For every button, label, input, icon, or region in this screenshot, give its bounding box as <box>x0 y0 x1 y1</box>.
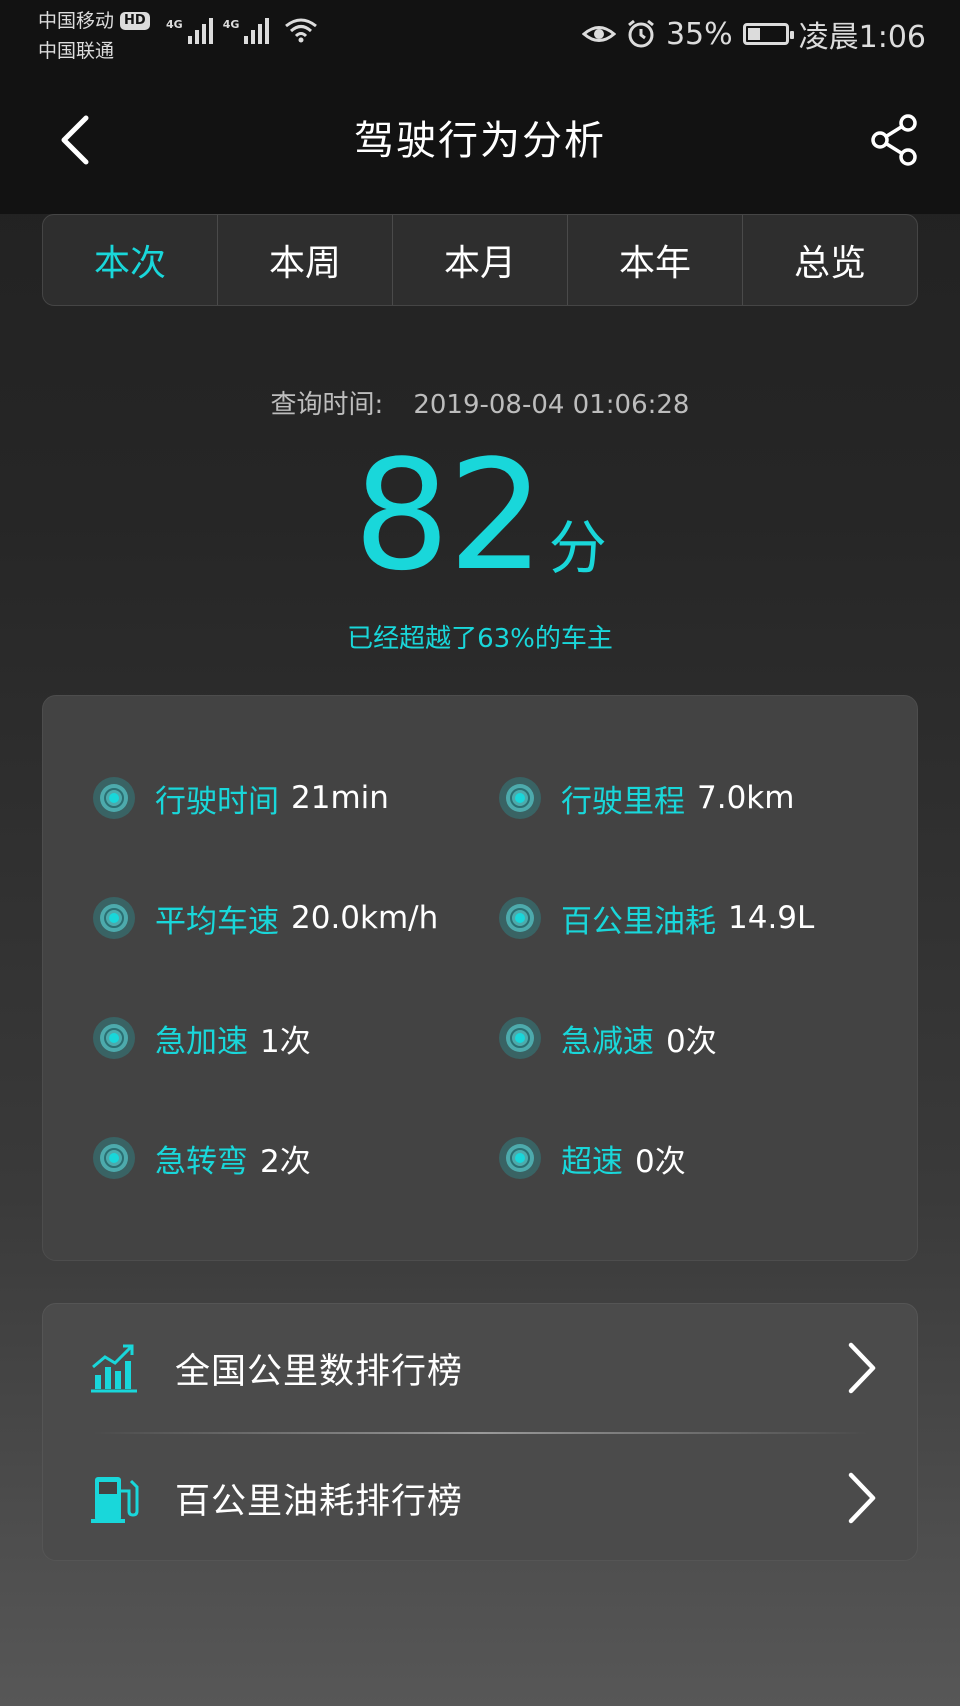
dot-icon <box>93 777 135 819</box>
stat-label: 行驶时间 <box>155 783 279 820</box>
ranking-label: 百公里油耗排行榜 <box>175 1481 464 1522</box>
network-2-label: 4G <box>222 18 240 31</box>
share-icon[interactable] <box>868 112 922 168</box>
tab-this-trip[interactable]: 本次 <box>43 215 218 305</box>
dot-icon <box>499 1137 541 1179</box>
stat-value: 7.0km <box>697 780 795 816</box>
stat-distance: 行驶里程 7.0km <box>497 768 794 828</box>
ranking-label: 全国公里数排行榜 <box>175 1351 464 1392</box>
tab-this-year[interactable]: 本年 <box>568 215 743 305</box>
battery-fill <box>747 28 761 40</box>
tab-overview[interactable]: 总览 <box>743 215 917 305</box>
query-time-label: 查询时间: <box>270 390 384 420</box>
alarm-icon <box>628 19 654 48</box>
dot-icon <box>93 1137 135 1179</box>
stat-hard-acceleration: 急加速 1次 <box>91 1008 311 1068</box>
stat-value: 20.0km/h <box>291 900 439 936</box>
carrier-2: 中国联通 <box>38 40 115 62</box>
stat-value: 0次 <box>666 1023 717 1060</box>
signal-2-icon: 4G <box>223 18 270 44</box>
query-time-value: 2019-08-04 01:06:28 <box>413 390 690 420</box>
chart-icon <box>91 1344 137 1393</box>
dot-icon <box>499 897 541 939</box>
ranking-card: 全国公里数排行榜 百公里油耗排行榜 <box>42 1303 918 1561</box>
title-bar: 驾驶行为分析 <box>0 84 960 214</box>
stat-label: 超速 <box>561 1143 623 1180</box>
tab-this-month[interactable]: 本月 <box>393 215 568 305</box>
stat-value: 21min <box>291 780 389 816</box>
chevron-right-icon <box>848 1472 876 1524</box>
network-1-label: 4G <box>166 18 183 31</box>
stat-value: 0次 <box>635 1143 686 1180</box>
stat-speeding: 超速 0次 <box>497 1128 686 1188</box>
page-title: 驾驶行为分析 <box>354 118 606 164</box>
wifi-icon <box>285 18 318 43</box>
stat-fuel-consumption: 百公里油耗 14.9L <box>497 888 814 948</box>
carrier-1: 中国移动 <box>38 10 115 32</box>
period-tabs: 本次 本周 本月 本年 总览 <box>42 214 918 306</box>
stat-hard-braking: 急减速 0次 <box>497 1008 717 1068</box>
hd-badge: HD <box>120 12 150 30</box>
query-time: 查询时间: 2019-08-04 01:06:28 <box>0 384 960 421</box>
stat-label: 急减速 <box>561 1023 654 1060</box>
ranking-mileage-row[interactable]: 全国公里数排行榜 <box>43 1304 917 1432</box>
chevron-right-icon <box>848 1342 876 1394</box>
stat-sharp-turn: 急转弯 2次 <box>91 1128 311 1188</box>
eye-icon <box>581 26 616 42</box>
stats-card: 行驶时间 21min 行驶里程 7.0km 平均车速 20.0km/h 百公里油… <box>42 695 918 1261</box>
stat-label: 急加速 <box>155 1023 248 1060</box>
signal-indicators: 4G 4G <box>166 14 319 44</box>
dot-icon <box>93 897 135 939</box>
dot-icon <box>499 1017 541 1059</box>
dot-icon <box>93 1017 135 1059</box>
beat-percentage-text: 已经超越了63%的车主 <box>347 624 613 654</box>
stat-value: 1次 <box>260 1023 311 1060</box>
ranking-fuel-row[interactable]: 百公里油耗排行榜 <box>43 1434 917 1562</box>
stat-label: 平均车速 <box>155 903 279 940</box>
stat-average-speed: 平均车速 20.0km/h <box>91 888 438 948</box>
driving-score: 82 分 <box>0 440 960 592</box>
battery-icon <box>742 23 794 45</box>
stat-value: 14.9L <box>728 900 815 936</box>
stat-drive-time: 行驶时间 21min <box>91 768 389 828</box>
score-value: 82 <box>353 427 544 604</box>
score-unit: 分 <box>548 514 607 582</box>
fuel-pump-icon <box>91 1477 139 1523</box>
dot-icon <box>499 777 541 819</box>
battery-percent: 35% <box>665 16 733 52</box>
stat-label: 百公里油耗 <box>561 903 716 940</box>
stat-label: 急转弯 <box>155 1143 248 1180</box>
tab-this-week[interactable]: 本周 <box>218 215 393 305</box>
signal-1-icon: 4G <box>166 18 213 44</box>
stat-label: 行驶里程 <box>561 783 685 820</box>
stat-value: 2次 <box>260 1143 311 1180</box>
carrier-info: 中国移动 HD 中国联通 <box>38 6 150 66</box>
status-right: 35% 凌晨1:06 <box>581 12 926 56</box>
status-bar: 中国移动 HD 中国联通 4G 4G 35% 凌晨1:06 <box>0 0 960 84</box>
clock: 凌晨1:06 <box>798 20 926 55</box>
